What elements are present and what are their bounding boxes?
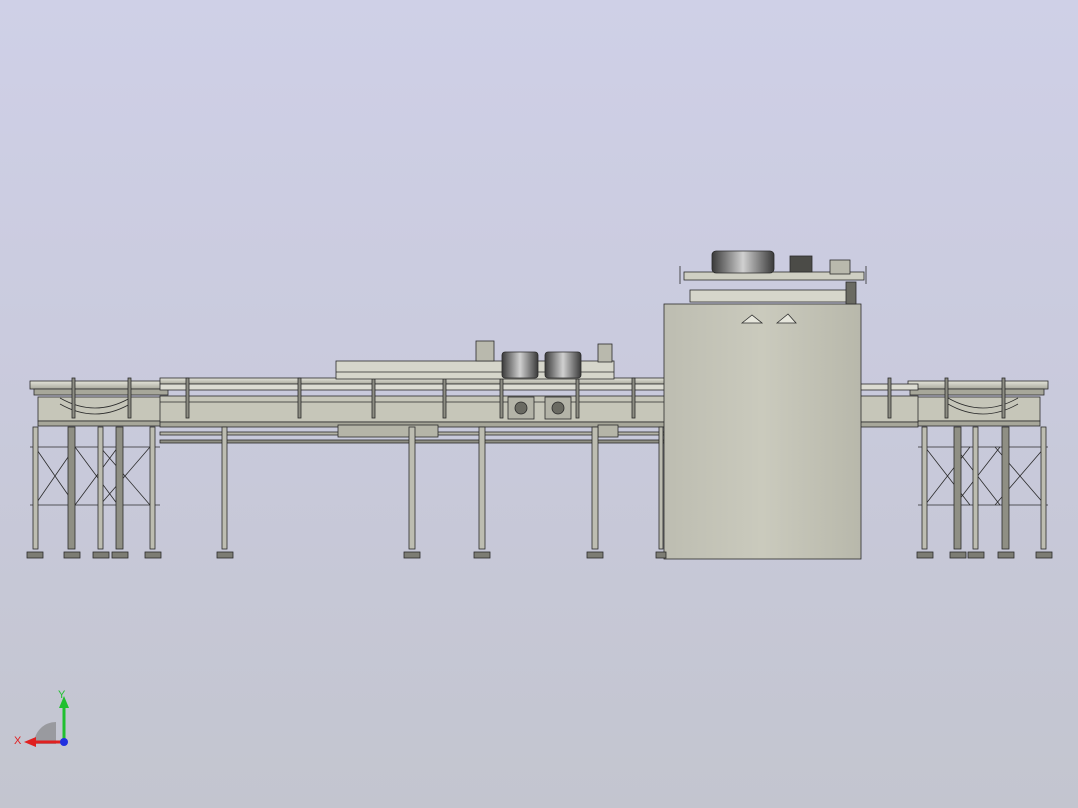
z-axis-dot [60,738,68,746]
machine-cabinet[interactable] [663,303,862,560]
conveyor-assembly-model[interactable] [0,0,1078,808]
support-legs [32,426,1047,550]
motor-left[interactable] [501,351,539,379]
x-axis-label: X [14,735,22,747]
leveling-feet [26,551,1053,559]
cabinet-top-mechanism[interactable] [679,250,867,305]
y-axis-label: Y [58,689,66,701]
motor-right[interactable] [544,351,582,379]
cad-viewport[interactable]: Y X [0,0,1078,808]
axis-triad-icon: Y X [14,689,69,747]
